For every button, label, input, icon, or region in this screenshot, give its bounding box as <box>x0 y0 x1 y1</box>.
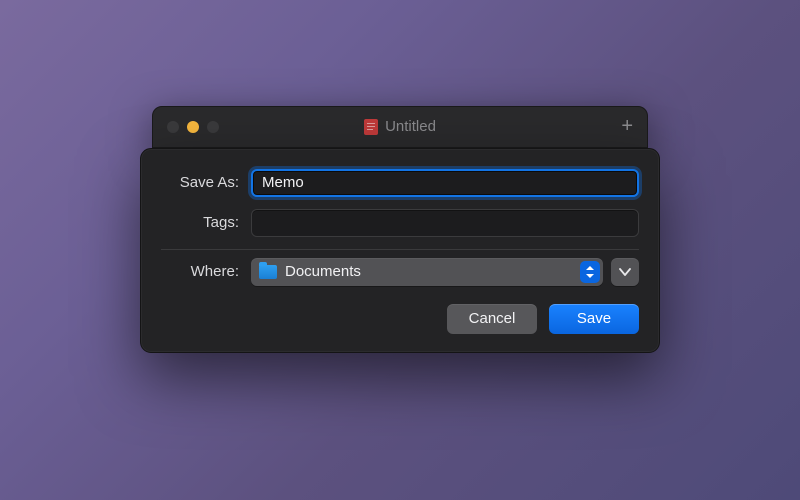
where-label: Where: <box>161 263 251 280</box>
tags-input[interactable] <box>251 209 639 237</box>
chevron-down-icon <box>619 267 631 277</box>
new-tab-button[interactable]: + <box>621 115 633 138</box>
location-popup[interactable]: Documents <box>251 258 603 286</box>
window-controls <box>167 121 219 133</box>
updown-icon <box>580 261 600 283</box>
window-title: Untitled <box>385 118 436 135</box>
save-button[interactable]: Save <box>549 304 639 334</box>
divider <box>161 249 639 250</box>
folder-icon <box>259 265 277 279</box>
expand-dialog-button[interactable] <box>611 258 639 286</box>
parent-window-titlebar: Untitled + <box>152 106 648 148</box>
save-dialog: Save As: Tags: Where: Documents <box>140 148 660 353</box>
filename-input[interactable] <box>251 169 639 197</box>
document-icon <box>364 119 378 135</box>
location-value: Documents <box>285 263 361 280</box>
save-as-label: Save As: <box>161 174 251 191</box>
window-close-button[interactable] <box>167 121 179 133</box>
cancel-button[interactable]: Cancel <box>447 304 537 334</box>
tags-label: Tags: <box>161 214 251 231</box>
window-minimize-button[interactable] <box>187 121 199 133</box>
window-zoom-button[interactable] <box>207 121 219 133</box>
